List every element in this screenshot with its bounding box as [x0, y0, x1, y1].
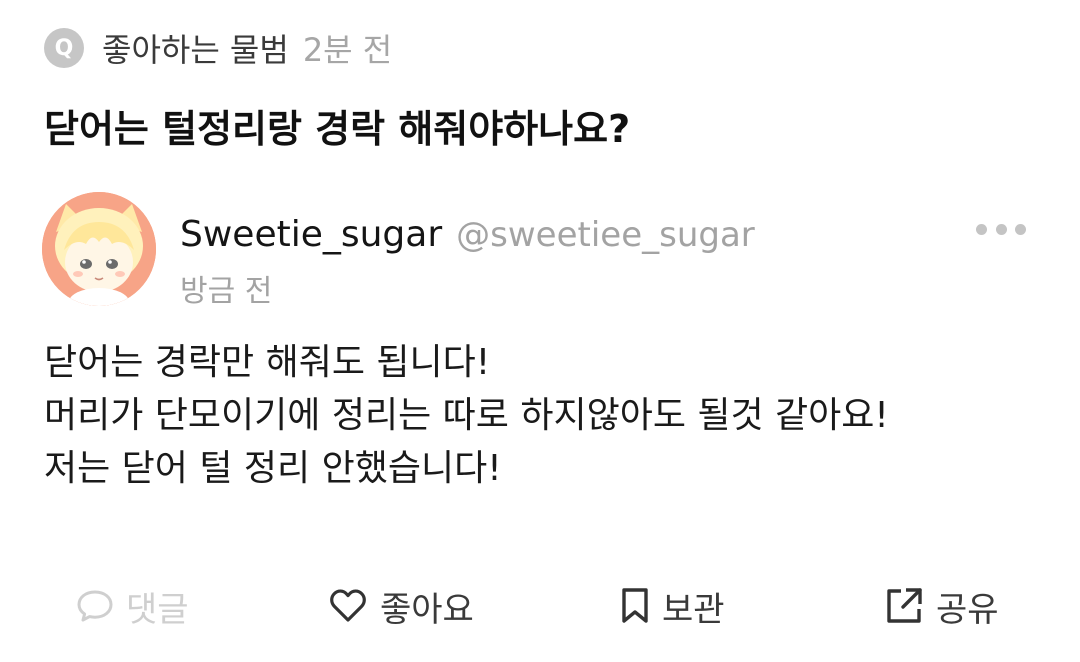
action-bar: 댓글 좋아요 보관 공유	[0, 578, 1080, 634]
answer-handle: @sweetiee_sugar	[456, 215, 755, 255]
share-icon	[887, 588, 922, 623]
answer-time: 방금 전	[180, 274, 273, 309]
answer-nickname[interactable]: Sweetie_sugar	[180, 214, 442, 255]
question-time: 2분 전	[302, 31, 393, 69]
answer-body: 닫어는 경락만 해줘도 됩니다! 머리가 단모이기에 정리는 따로 하지않아도 …	[44, 336, 889, 495]
bookmark-button[interactable]: 보관	[620, 578, 725, 634]
heart-icon	[330, 589, 366, 622]
bookmark-icon	[622, 588, 648, 623]
avatar[interactable]	[42, 192, 156, 306]
question-meta: Q 좋아하는 물범 2분 전	[44, 26, 392, 70]
question-author[interactable]: 좋아하는 물범	[102, 25, 289, 71]
more-dots-icon[interactable]	[976, 214, 1026, 244]
like-label: 좋아요	[380, 589, 474, 630]
more-dot	[1015, 223, 1026, 235]
comment-label: 댓글	[126, 589, 189, 630]
answer-line: 저는 닫어 털 정리 안했습니다!	[44, 448, 502, 489]
share-button[interactable]: 공유	[884, 578, 999, 634]
speech-bubble-icon	[77, 590, 113, 622]
comment-button[interactable]: 댓글	[76, 578, 189, 634]
more-dot	[995, 223, 1007, 235]
answer-page: Q 좋아하는 물범 2분 전 닫어는 털정리랑 경락 해줘야하나요? Sweet…	[0, 0, 1080, 662]
more-dot	[976, 223, 987, 235]
question-title[interactable]: 닫어는 털정리랑 경락 해줘야하나요?	[44, 98, 630, 153]
answer-line: 머리가 단모이기에 정리는 따로 하지않아도 될것 같아요!	[44, 395, 889, 436]
share-label: 공유	[936, 589, 999, 630]
answer-line: 닫어는 경락만 해줘도 됩니다!	[44, 342, 491, 383]
bookmark-label: 보관	[662, 589, 725, 630]
like-button[interactable]: 좋아요	[328, 578, 474, 634]
answer-author[interactable]: Sweetie_sugar @sweetiee_sugar	[180, 214, 755, 255]
avatar-illustration	[42, 192, 156, 306]
question-badge: Q	[44, 28, 84, 68]
